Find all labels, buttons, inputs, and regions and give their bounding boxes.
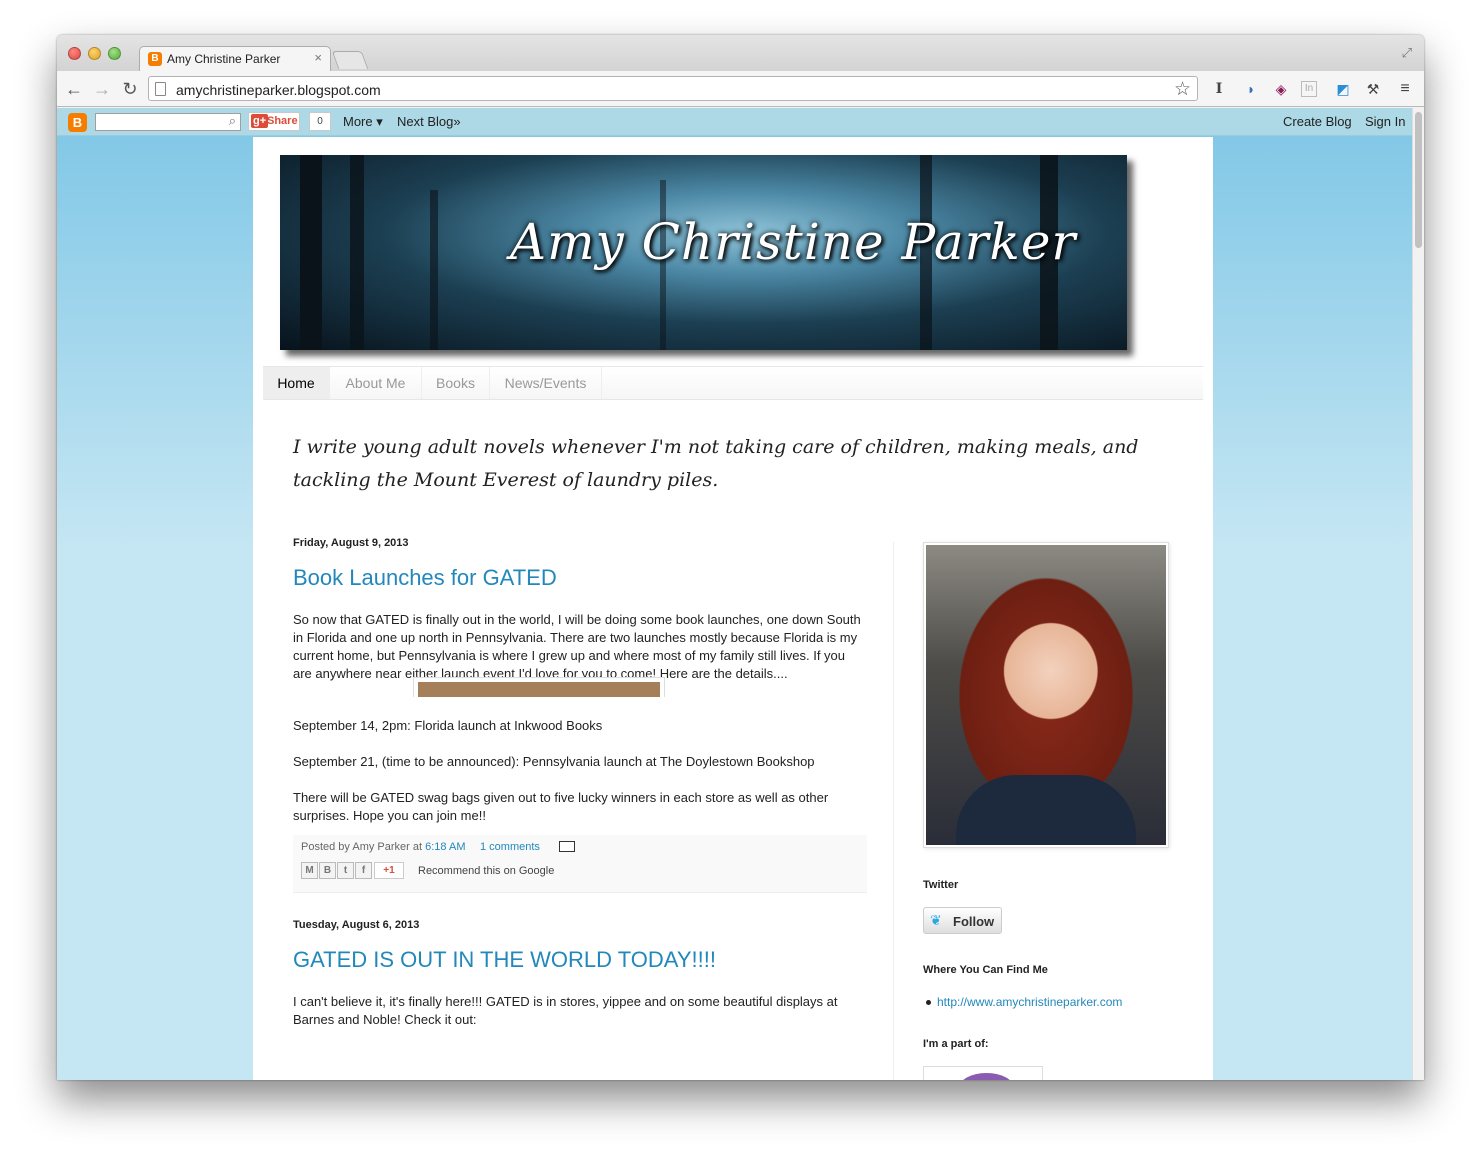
photo-detail [956,775,1136,845]
twitter-bird-icon: ❦ [930,912,942,928]
tree-trunk [430,190,438,350]
fullscreen-icon[interactable]: ⤢ [1402,45,1412,61]
twitter-widget-title: Twitter [923,879,959,891]
post-timestamp-link[interactable]: 6:18 AM [425,841,465,853]
facebook-share-icon[interactable]: f [355,862,372,879]
post-paragraph: September 14, 2pm: Florida launch at Ink… [293,718,603,733]
post-author-line: Posted by Amy Parker at 6:18 AM [301,841,465,853]
share-count: 0 [309,112,331,131]
vertical-scrollbar[interactable] [1412,108,1424,1080]
post-image[interactable] [413,677,665,697]
tab-news-events[interactable]: News/Events [490,367,602,399]
extension-icon[interactable]: ◈ [1271,79,1291,99]
blog-description: I write young adult novels whenever I'm … [293,436,1139,491]
email-post-icon[interactable] [559,841,575,852]
tab-close-icon[interactable]: × [314,50,322,65]
tab-strip: B Amy Christine Parker × ⤢ [57,35,1424,71]
search-icon[interactable]: ⌕ [229,113,236,129]
tree-trunk [300,155,322,350]
page-icon [155,82,166,96]
comments-link[interactable]: 1 comments [480,841,540,853]
list-bullet [926,1000,931,1005]
url-text[interactable]: amychristineparker.blogspot.com [176,82,381,98]
reload-icon[interactable]: ↻ [119,78,141,100]
instapaper-extension-icon[interactable]: I [1209,79,1229,99]
twitter-follow-button[interactable]: ❦ Follow [923,907,1002,934]
email-share-icon[interactable]: M [301,862,318,879]
main-column: Friday, August 9, 2013 Book Launches for… [293,537,868,1047]
rss-extension-icon[interactable]: ◗ [1241,79,1261,99]
share-buttons: M Bt f +1 [301,862,404,879]
follow-label: Follow [953,914,995,929]
find-me-widget-title: Where You Can Find Me [923,964,1048,976]
browser-tab[interactable]: B Amy Christine Parker × [139,46,331,71]
post-image-fill [418,682,660,697]
menu-icon[interactable]: ≡ [1395,79,1415,99]
close-window-button[interactable] [68,47,81,60]
new-tab-button[interactable] [331,51,369,69]
browser-window: B Amy Christine Parker × ⤢ ← → ↻ amychri… [57,35,1424,1080]
badge-graphic [959,1073,1014,1080]
forward-arrow-icon[interactable]: → [91,78,113,100]
tab-home[interactable]: Home [263,367,330,399]
wrench-icon[interactable]: ⚒ [1363,79,1383,99]
blogger-navbar: B ⌕ g+ Share 0 More ▾ Next Blog» Create … [57,108,1412,136]
post-title-link[interactable]: GATED IS OUT IN THE WORLD TODAY!!!! [293,947,868,973]
post-footer: Posted by Amy Parker at 6:18 AM 1 commen… [293,835,867,893]
google-plus-icon: g+ [251,114,269,128]
page-tabs: Home About Me Books News/Events [263,366,1203,400]
blog-title: Amy Christine Parker [510,213,1077,271]
tab-about-me[interactable]: About Me [330,367,422,399]
blog-content: Amy Christine Parker Home About Me Books… [253,137,1213,1080]
post-paragraph: September 21, (time to be announced): Pe… [293,754,815,769]
post-date: Friday, August 9, 2013 [293,537,409,549]
author-photo-image [926,545,1166,845]
blogger-favicon-icon: B [148,52,162,66]
cloud-extension-icon[interactable]: ◩ [1333,79,1353,99]
blog-header-image[interactable]: Amy Christine Parker [280,155,1127,350]
twitter-share-icon[interactable]: t [337,862,354,879]
membership-badge-image[interactable] [923,1066,1043,1080]
blogger-share-icon[interactable]: B [319,862,336,879]
post-title-link[interactable]: Book Launches for GATED [293,565,868,591]
create-blog-link[interactable]: Create Blog [1283,114,1352,129]
column-divider [893,542,894,1080]
google-plus-one-button[interactable]: +1 [374,862,404,879]
scrollbar-thumb[interactable] [1415,112,1422,248]
blogger-logo-icon[interactable]: B [68,113,87,132]
zoom-window-button[interactable] [108,47,121,60]
minimize-window-button[interactable] [88,47,101,60]
more-menu[interactable]: More ▾ [343,114,383,130]
post-date: Tuesday, August 6, 2013 [293,919,420,931]
linkedin-extension-icon[interactable]: In [1301,81,1317,97]
back-arrow-icon[interactable]: ← [63,78,85,100]
tree-trunk [350,155,364,350]
blog-search-input[interactable]: ⌕ [95,113,241,131]
recommend-text: Recommend this on Google [418,865,555,877]
website-link[interactable]: http://www.amychristineparker.com [937,995,1122,1009]
part-of-widget-title: I'm a part of: [923,1038,989,1050]
tab-title: Amy Christine Parker [167,52,281,66]
post-paragraph: I can't believe it, it's finally here!!!… [293,994,838,1027]
share-label: Share [267,115,298,127]
author-photo[interactable] [923,542,1169,848]
posted-by-text: Posted by Amy Parker at [301,841,423,853]
address-bar[interactable]: amychristineparker.blogspot.com ☆ [148,76,1198,101]
page-viewport: B ⌕ g+ Share 0 More ▾ Next Blog» Create … [57,108,1412,1080]
next-blog-link[interactable]: Next Blog» [397,114,461,129]
google-share-button[interactable]: g+ Share [248,112,300,131]
browser-toolbar: ← → ↻ amychristineparker.blogspot.com ☆ … [57,71,1424,107]
post-paragraph: There will be GATED swag bags given out … [293,790,829,823]
sign-in-link[interactable]: Sign In [1365,114,1405,129]
tab-books[interactable]: Books [422,367,490,399]
post-paragraph: So now that GATED is finally out in the … [293,612,861,681]
bookmark-star-icon[interactable]: ☆ [1174,78,1191,101]
